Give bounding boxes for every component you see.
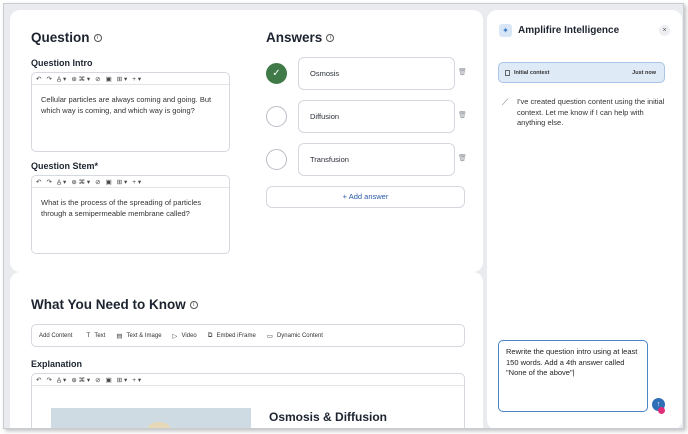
question-intro-text[interactable]: Cellular particles are always coming and… bbox=[32, 85, 229, 116]
notification-badge bbox=[658, 407, 665, 414]
document-icon bbox=[505, 69, 510, 76]
context-time: Just now bbox=[632, 69, 656, 76]
ai-message: I've created question content using the … bbox=[517, 97, 665, 127]
insert-icon[interactable]: ⊕ ⌘ ▾ bbox=[71, 75, 90, 83]
content-type-text[interactable]: T Text bbox=[86, 332, 105, 339]
add-content-bar: Add Content T Text ▤ Text & Image ▷ Video ⧉… bbox=[31, 324, 465, 347]
image-icon[interactable]: ▣ bbox=[106, 178, 112, 186]
context-label: Initial context bbox=[514, 69, 550, 76]
question-card: Question i Question Intro ↶ ↷ A̲ ▾ ⊕ ⌘ ▾ … bbox=[10, 10, 483, 272]
answer-field[interactable]: Transfusion bbox=[298, 143, 455, 176]
insert-icon[interactable]: ⊕ ⌘ ▾ bbox=[71, 178, 90, 186]
redo-icon[interactable]: ↷ bbox=[46, 376, 51, 384]
explanation-label: Explanation bbox=[31, 359, 83, 369]
question-stem-label: Question Stem* bbox=[31, 161, 99, 171]
close-icon[interactable]: × bbox=[659, 25, 670, 36]
answer-correct-toggle[interactable]: ✓ bbox=[266, 63, 287, 84]
image-icon[interactable]: ▣ bbox=[106, 376, 112, 384]
answer-field[interactable]: Osmosis bbox=[298, 57, 455, 90]
text-style-icon[interactable]: A̲ ▾ bbox=[57, 75, 66, 83]
more-icon[interactable]: + ▾ bbox=[132, 178, 141, 186]
dynamic-content-icon: ▭ bbox=[266, 332, 273, 340]
content-type-video[interactable]: ▷ Video bbox=[173, 332, 197, 340]
info-icon[interactable]: i bbox=[326, 34, 335, 43]
ai-panel: ✦ Amplifire Intelligence × Initial conte… bbox=[487, 10, 682, 428]
content-type-dynamic[interactable]: ▭ Dynamic Content bbox=[267, 332, 323, 340]
sparkle-icon: ✦ bbox=[499, 24, 512, 37]
question-intro-label: Question Intro bbox=[31, 58, 93, 68]
explanation-image bbox=[51, 408, 251, 428]
text-icon: T bbox=[86, 332, 91, 339]
link-icon[interactable]: ⊘ bbox=[95, 75, 100, 83]
question-title: Question i bbox=[31, 30, 102, 45]
magic-wand-icon: ⟋ bbox=[502, 97, 509, 107]
content-type-text-image[interactable]: ▤ Text & Image bbox=[116, 332, 161, 340]
editor-toolbar: ↶ ↷ A̲ ▾ ⊕ ⌘ ▾ ⊘ ▣ ⊞ ▾ + ▾ bbox=[32, 73, 229, 85]
video-icon: ▷ bbox=[172, 332, 178, 340]
info-icon[interactable]: i bbox=[189, 301, 198, 310]
editor-toolbar: ↶ ↷ A̲ ▾ ⊕ ⌘ ▾ ⊘ ▣ ⊞ ▾ + ▾ bbox=[32, 374, 464, 386]
trash-icon[interactable]: 🗑 bbox=[458, 111, 467, 119]
editor-toolbar: ↶ ↷ A̲ ▾ ⊕ ⌘ ▾ ⊘ ▣ ⊞ ▾ + ▾ bbox=[32, 176, 229, 188]
context-chip[interactable]: Initial context Just now bbox=[498, 62, 665, 83]
answers-title: Answers i bbox=[266, 30, 335, 45]
info-icon[interactable]: i bbox=[93, 34, 102, 43]
knowledge-title: What You Need to Know i bbox=[31, 297, 198, 312]
link-icon[interactable]: ⊘ bbox=[95, 376, 100, 384]
trash-icon[interactable]: 🗑 bbox=[458, 68, 467, 76]
explanation-editor[interactable]: ↶ ↷ A̲ ▾ ⊕ ⌘ ▾ ⊘ ▣ ⊞ ▾ + ▾ Osmosis & Dif… bbox=[31, 373, 465, 428]
undo-icon[interactable]: ↶ bbox=[36, 376, 41, 384]
question-stem-text[interactable]: What is the process of the spreading of … bbox=[32, 188, 229, 219]
text-style-icon[interactable]: A̲ ▾ bbox=[57, 178, 66, 186]
undo-icon[interactable]: ↶ bbox=[36, 75, 41, 83]
question-stem-editor[interactable]: ↶ ↷ A̲ ▾ ⊕ ⌘ ▾ ⊘ ▣ ⊞ ▾ + ▾ What is the p… bbox=[31, 175, 230, 254]
insert-icon[interactable]: ⊕ ⌘ ▾ bbox=[71, 376, 90, 384]
question-intro-editor[interactable]: ↶ ↷ A̲ ▾ ⊕ ⌘ ▾ ⊘ ▣ ⊞ ▾ + ▾ Cellular part… bbox=[31, 72, 230, 152]
ai-prompt-input[interactable]: Rewrite the question intro using at leas… bbox=[498, 340, 648, 412]
knowledge-card: What You Need to Know i Add Content T Text… bbox=[10, 272, 483, 428]
table-icon[interactable]: ⊞ ▾ bbox=[117, 75, 128, 83]
add-content-label: Add Content bbox=[39, 332, 73, 339]
answer-correct-toggle[interactable] bbox=[266, 106, 287, 127]
text-image-icon: ▤ bbox=[116, 332, 123, 340]
redo-icon[interactable]: ↷ bbox=[46, 178, 51, 186]
app-frame: Question i Question Intro ↶ ↷ A̲ ▾ ⊕ ⌘ ▾ … bbox=[3, 3, 684, 429]
table-icon[interactable]: ⊞ ▾ bbox=[117, 376, 128, 384]
explanation-heading[interactable]: Osmosis & Diffusion bbox=[269, 410, 387, 424]
ai-header: ✦ Amplifire Intelligence bbox=[499, 24, 619, 37]
table-icon[interactable]: ⊞ ▾ bbox=[117, 178, 128, 186]
more-icon[interactable]: + ▾ bbox=[132, 376, 141, 384]
more-icon[interactable]: + ▾ bbox=[132, 75, 141, 83]
redo-icon[interactable]: ↷ bbox=[46, 75, 51, 83]
trash-icon[interactable]: 🗑 bbox=[458, 154, 467, 162]
answer-field[interactable]: Diffusion bbox=[298, 100, 455, 133]
embed-icon: ⧉ bbox=[207, 331, 213, 339]
answer-correct-toggle[interactable] bbox=[266, 149, 287, 170]
content-type-embed-iframe[interactable]: ⧉ Embed iFrame bbox=[208, 332, 256, 340]
add-answer-button[interactable]: + Add answer bbox=[266, 186, 465, 208]
image-icon[interactable]: ▣ bbox=[106, 75, 112, 83]
text-style-icon[interactable]: A̲ ▾ bbox=[57, 376, 66, 384]
ai-panel-title: Amplifire Intelligence bbox=[518, 25, 620, 36]
link-icon[interactable]: ⊘ bbox=[95, 178, 100, 186]
undo-icon[interactable]: ↶ bbox=[36, 178, 41, 186]
